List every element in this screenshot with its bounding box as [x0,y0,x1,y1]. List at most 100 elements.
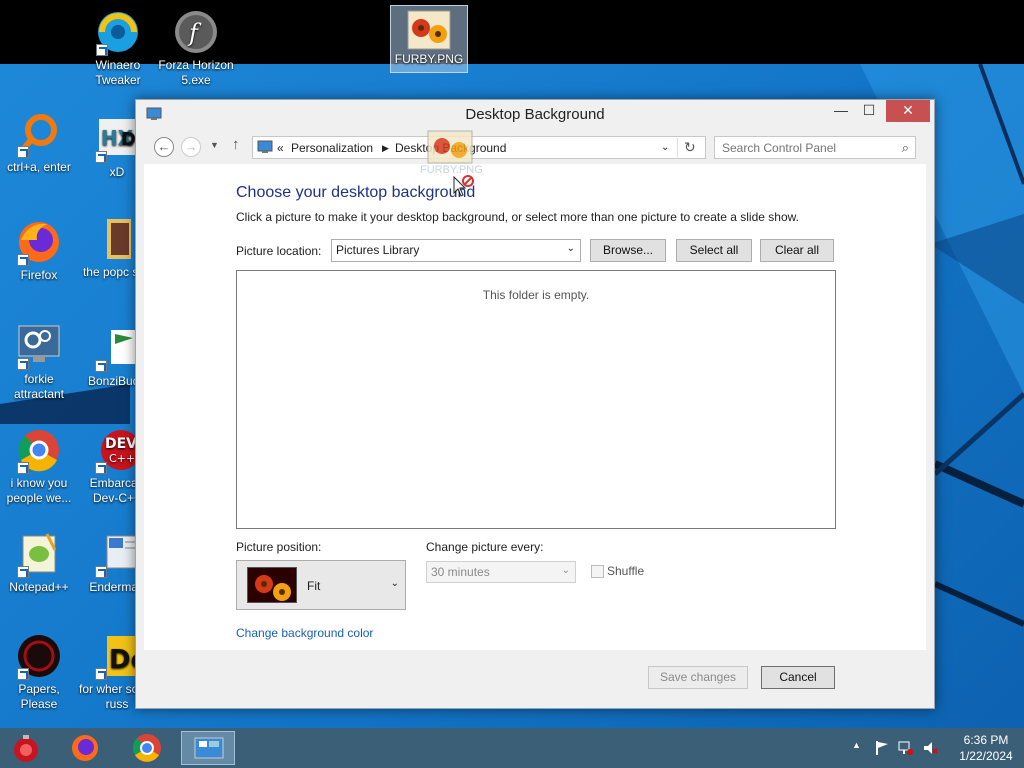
browse-button[interactable]: Browse... [590,239,666,262]
clock-date: 1/22/2024 [959,749,1013,763]
taskbar: ▲ 6:36 PM 1/22/2024 [0,728,1024,768]
search-icon[interactable]: ⌕ [902,140,909,156]
forward-button[interactable]: → [181,137,201,157]
shortcut-arrow-icon [95,462,107,474]
desktop-icon-label: Notepad++ [9,580,69,594]
shortcut-arrow-icon [96,44,108,56]
up-arrow-icon[interactable]: ↑ [232,136,240,153]
shortcut-arrow-icon [95,566,107,578]
search-input[interactable] [715,137,885,158]
shortcut-arrow-icon [95,668,107,680]
desktop-icon-label: Forza Horizon 5.exe [158,58,234,87]
recent-locations-icon[interactable]: ▼ [210,140,219,150]
fit-preview-icon [247,567,297,603]
desktop-icon-ctrl-a[interactable]: ctrl+a, enter [0,110,78,175]
desktop-icon-notepadpp[interactable]: Notepad++ [0,530,78,595]
desktop-icon-firefox[interactable]: Firefox [0,218,78,283]
page-description: Click a picture to make it your desktop … [236,210,799,224]
winaero-icon [94,8,142,56]
address-bar: ← → ▼ ↑ « Personalization ▶ Desktop Back… [144,133,926,161]
picture-location-label: Picture location: [236,244,322,258]
desktop: Winaero Tweaker f Forza Horizon 5.exe FU… [0,0,1024,728]
shortcut-arrow-icon [17,358,29,370]
shortcut-arrow-icon [95,360,107,372]
firefox-icon [15,218,63,266]
desktop-icon-furby[interactable]: FURBY.PNG [390,5,468,73]
shortcut-arrow-icon [17,254,29,266]
desktop-icon-label: Winaero Tweaker [95,58,141,87]
image-file-icon [427,130,473,164]
desktop-icon-label: Firefox [20,268,58,282]
picture-position-label: Picture position: [236,540,322,554]
no-drop-cursor-icon [453,175,474,197]
flash-icon: f [172,8,220,56]
window-title: Desktop Background [465,106,605,123]
desktop-icon-forza[interactable]: f Forza Horizon 5.exe [157,8,235,88]
breadcrumb-separator-icon: ▶ [382,143,389,153]
start-button[interactable] [0,731,54,765]
chevron-down-icon: ⌄ [390,578,399,589]
cancel-button[interactable]: Cancel [761,666,835,689]
desktop-icon-label: ctrl+a, enter [7,160,71,174]
chrome-icon [15,426,63,474]
change-background-color-link[interactable]: Change background color [236,626,373,640]
action-center-flag-icon[interactable] [874,740,890,759]
back-button[interactable]: ← [154,137,174,157]
picture-location-select[interactable]: Pictures Library ⌄ [331,239,581,262]
desktop-icon-label: forkie attractant [13,372,65,401]
title-bar[interactable]: Desktop Background — ☐ ✕ [136,100,934,130]
clock[interactable]: 6:36 PM 1/22/2024 [956,732,1016,764]
chevron-down-icon: ⌄ [561,565,570,576]
change-picture-label: Change picture every: [426,540,544,554]
select-all-button[interactable]: Select all [676,239,752,262]
hxd-icon: HX D [93,115,141,163]
content-pane: Choose your desktop background Click a p… [144,164,926,650]
minimize-button[interactable]: — [826,100,856,122]
chevron-down-icon[interactable]: ⌄ [661,142,669,153]
shortcut-arrow-icon [17,146,29,158]
drag-preview: FURBY.PNG [420,130,483,197]
breadcrumb-personalization[interactable]: Personalization [291,141,373,155]
taskbar-control-panel[interactable] [181,731,235,765]
maximize-button[interactable]: ☐ [854,100,884,122]
address-prefix[interactable]: « [277,141,284,155]
desktop-icon-chrome[interactable]: i know you people we... [0,426,78,506]
empty-folder-message: This folder is empty. [482,288,590,302]
shuffle-checkbox[interactable]: Shuffle [591,564,645,579]
desktop-icon-label: FURBY.PNG [394,52,464,66]
desktop-icon-winaero[interactable]: Winaero Tweaker [79,8,157,88]
taskbar-chrome[interactable] [120,731,174,765]
shortcut-arrow-icon [17,566,29,578]
clear-all-button[interactable]: Clear all [760,239,834,262]
show-hidden-icons-icon[interactable]: ▲ [852,740,861,750]
desktop-icon-forkie[interactable]: forkie attractant [0,322,78,402]
shortcut-arrow-icon [17,462,29,474]
search-box[interactable]: ⌕ [714,136,916,159]
taskbar-firefox[interactable] [58,731,112,765]
picture-position-select[interactable]: Fit ⌄ [236,560,406,610]
desktop-background-window: Desktop Background — ☐ ✕ ← → ▼ ↑ « Perso… [135,99,935,709]
network-icon[interactable] [898,740,914,759]
change-interval-select[interactable]: 30 minutes ⌄ [426,561,576,583]
shortcut-arrow-icon [17,668,29,680]
picture-list[interactable]: This folder is empty. [236,270,836,529]
image-file-icon [407,10,451,50]
save-changes-button[interactable]: Save changes [648,666,748,689]
volume-muted-icon[interactable] [922,740,938,759]
settings-monitor-icon [15,322,63,370]
picture-location-value: Pictures Library [336,243,420,257]
address-divider [677,138,678,157]
svg-text:DEV: DEV [105,436,137,452]
checkbox-icon [591,565,604,579]
shuffle-label: Shuffle [607,564,645,578]
desktop-icon-label: Papers, Please [18,682,60,711]
close-button[interactable]: ✕ [886,100,930,122]
folder-icon [93,215,141,263]
change-interval-value: 30 minutes [431,565,490,579]
svg-text:D: D [121,129,136,150]
desktop-icon-papers-please[interactable]: Papers, Please [0,632,78,712]
picture-position-value: Fit [307,579,321,593]
refresh-icon[interactable]: ↻ [684,139,696,156]
flag-doc-icon [93,324,141,372]
devcpp-icon: DEV C++ [93,426,141,474]
